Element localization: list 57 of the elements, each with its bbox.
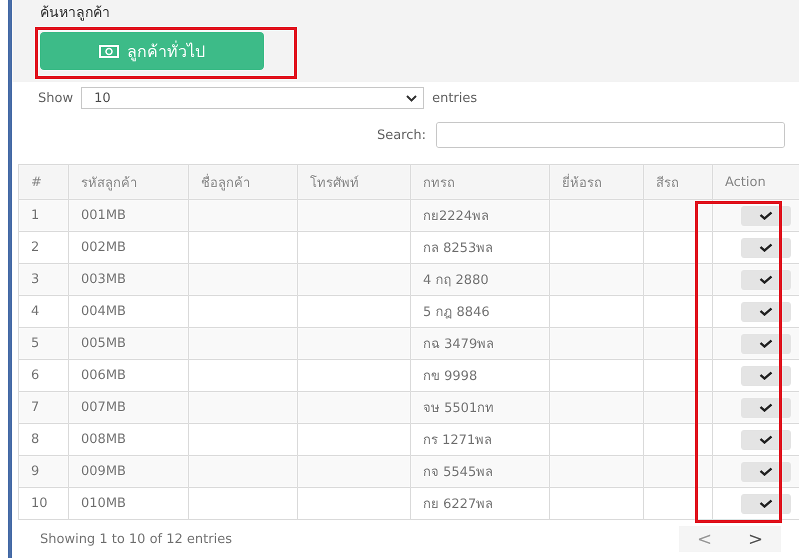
table-cell: 4 กฤ 2880 <box>410 264 550 296</box>
general-customer-button[interactable]: ลูกค้าทั่วไป <box>40 32 264 70</box>
table-cell: 10 <box>18 488 68 520</box>
table-cell: 003MB <box>68 264 188 296</box>
select-button[interactable] <box>740 494 790 514</box>
select-button[interactable] <box>740 366 790 386</box>
show-label: Show <box>38 90 74 106</box>
entries-label: entries <box>432 90 478 106</box>
table-cell: กฉ 3479พล <box>410 328 550 360</box>
table-cell: 9 <box>18 456 68 488</box>
search-label: Search: <box>376 128 426 142</box>
column-header[interactable]: สีรถ <box>644 164 712 200</box>
select-button[interactable] <box>740 334 790 354</box>
select-button[interactable] <box>740 302 790 322</box>
select-button[interactable] <box>740 206 790 226</box>
check-icon <box>758 499 772 508</box>
table-cell: 7 <box>18 392 68 424</box>
table-cell: 5 <box>18 328 68 360</box>
check-icon <box>758 243 772 252</box>
search-field[interactable] <box>436 122 785 148</box>
column-header[interactable]: รหัสลูกค้า <box>68 164 188 200</box>
check-icon <box>758 467 772 476</box>
column-header[interactable]: โทรศัพท์ <box>298 164 410 200</box>
check-icon <box>758 371 772 380</box>
column-header[interactable]: ชื่อลูกค้า <box>188 164 298 200</box>
money-icon <box>99 44 119 58</box>
select-button[interactable] <box>740 430 790 450</box>
table-cell: 1 <box>18 200 68 232</box>
table-cell: 010MB <box>68 488 188 520</box>
column-header[interactable]: # <box>18 164 68 200</box>
check-icon <box>758 435 772 444</box>
chevron-down-icon <box>406 94 418 102</box>
table-cell: กจ 5545พล <box>410 456 550 488</box>
select-button[interactable] <box>740 270 790 290</box>
table-cell: จษ 5501กท <box>410 392 550 424</box>
page-title: ค้นหาลูกค้า <box>40 4 110 22</box>
table-cell: กย2224พล <box>410 200 550 232</box>
entries-select[interactable]: 10 <box>81 87 424 109</box>
column-header[interactable]: Action <box>712 164 799 200</box>
check-icon <box>758 307 772 316</box>
column-header[interactable]: กทรถ <box>410 164 550 200</box>
select-button[interactable] <box>740 462 790 482</box>
column-header[interactable]: ยี่ห้อรถ <box>550 164 644 200</box>
table-cell: 009MB <box>68 456 188 488</box>
table-cell: 005MB <box>68 328 188 360</box>
select-button[interactable] <box>740 398 790 418</box>
table-cell: 3 <box>18 264 68 296</box>
next-page-button[interactable]: > <box>742 528 770 550</box>
table-cell: กย 6227พล <box>410 488 550 520</box>
table-cell: 007MB <box>68 392 188 424</box>
check-icon <box>758 211 772 220</box>
check-icon <box>758 339 772 348</box>
entries-info: Showing 1 to 10 of 12 entries <box>40 532 232 546</box>
check-icon <box>758 275 772 284</box>
table-cell: 001MB <box>68 200 188 232</box>
select-button[interactable] <box>740 238 790 258</box>
check-icon <box>758 403 772 412</box>
